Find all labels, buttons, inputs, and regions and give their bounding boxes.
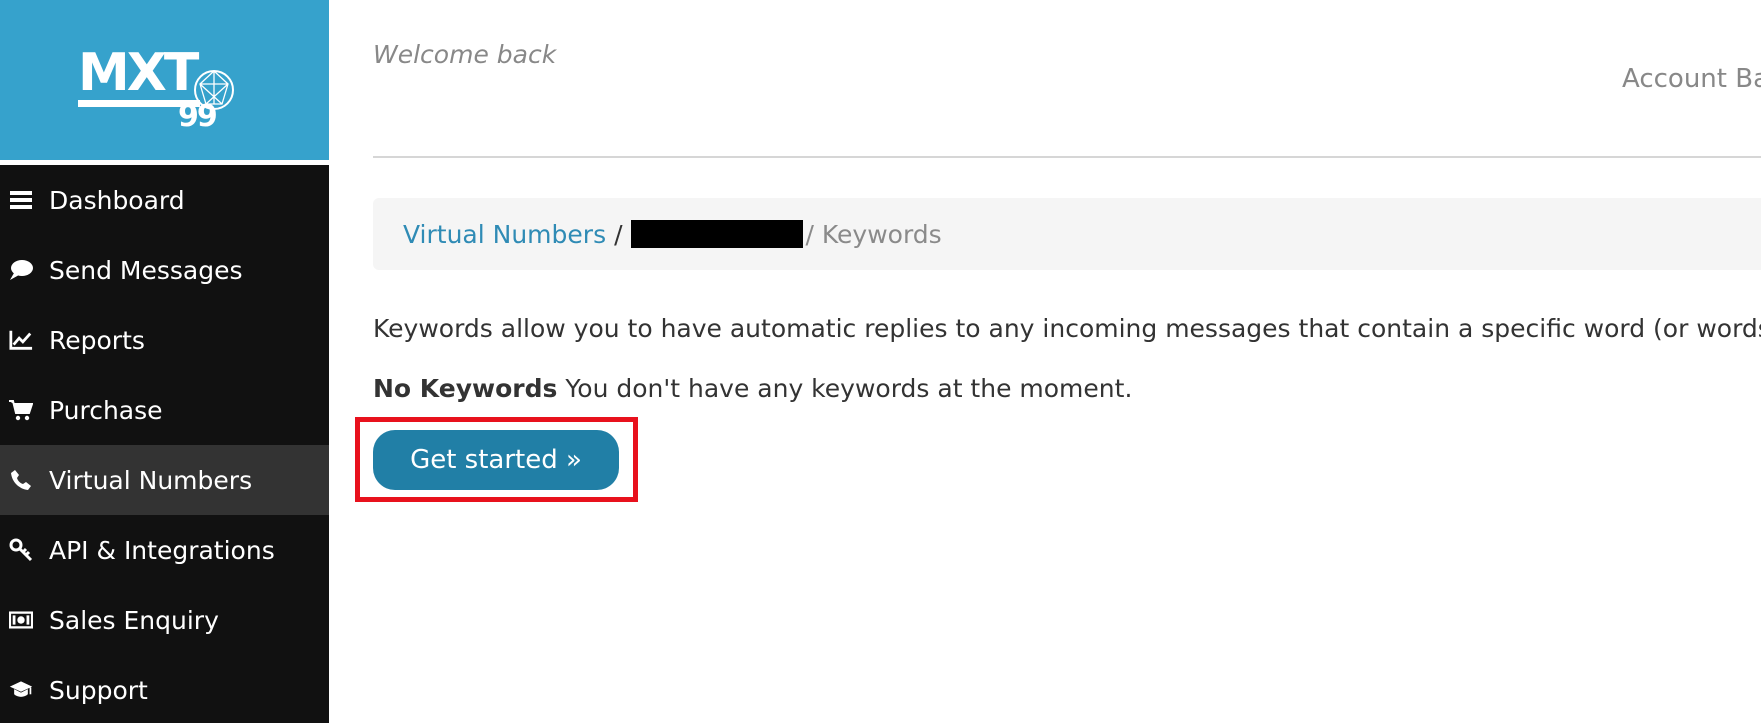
svg-text:MXT: MXT (78, 43, 200, 103)
sidebar-item-label: API & Integrations (49, 535, 275, 565)
sidebar-item-dashboard[interactable]: Dashboard (0, 165, 329, 235)
sidebar-item-label: Reports (49, 325, 145, 355)
logo-area[interactable]: MXT 99 (0, 0, 329, 160)
sidebar-item-label: Support (49, 675, 148, 705)
sidebar-item-virtual-numbers[interactable]: Virtual Numbers (0, 445, 329, 515)
breadcrumb-current: / Keywords (805, 219, 942, 249)
empty-state-title: No Keywords (373, 374, 558, 403)
svg-text:99: 99 (178, 99, 216, 130)
sidebar-item-send-messages[interactable]: Send Messages (0, 235, 329, 305)
breadcrumb-virtual-numbers-link[interactable]: Virtual Numbers (403, 220, 606, 249)
sidebar-item-label: Virtual Numbers (49, 465, 253, 495)
sidebar: MXT 99 Dashboard Send Messages Reports P… (0, 0, 329, 723)
empty-state-text: You don't have any keywords at the momen… (557, 374, 1133, 403)
sidebar-item-label: Dashboard (49, 185, 185, 215)
sidebar-item-label: Send Messages (49, 255, 243, 285)
welcome-text: Welcome back (373, 40, 557, 69)
header-divider (373, 156, 1761, 158)
account-balance-label[interactable]: Account Ba (1622, 64, 1761, 94)
sidebar-item-sales-enquiry[interactable]: Sales Enquiry (0, 585, 329, 655)
money-icon (9, 608, 33, 632)
breadcrumb-separator: / (614, 219, 623, 249)
empty-state-message: No Keywords You don't have any keywords … (373, 374, 1132, 403)
bars-icon (9, 188, 33, 212)
get-started-button[interactable]: Get started » (373, 430, 619, 490)
chat-bubble-icon (9, 258, 33, 282)
sidebar-item-support[interactable]: Support (0, 655, 329, 725)
sidebar-item-label: Purchase (49, 395, 163, 425)
sidebar-item-reports[interactable]: Reports (0, 305, 329, 375)
breadcrumb-redacted-number[interactable] (630, 220, 803, 248)
graduation-cap-icon (9, 678, 33, 702)
line-chart-icon (9, 328, 33, 352)
sidebar-item-purchase[interactable]: Purchase (0, 375, 329, 445)
cart-icon (9, 398, 33, 422)
key-icon (9, 538, 33, 562)
keywords-description: Keywords allow you to have automatic rep… (373, 314, 1761, 343)
sidebar-item-api-integrations[interactable]: API & Integrations (0, 515, 329, 585)
sidebar-nav: Dashboard Send Messages Reports Purchase… (0, 165, 329, 725)
phone-icon (9, 468, 33, 492)
breadcrumb: Virtual Numbers / / Keywords (373, 198, 1761, 270)
brand-logo: MXT 99 (78, 43, 234, 130)
sidebar-item-label: Sales Enquiry (49, 605, 219, 635)
